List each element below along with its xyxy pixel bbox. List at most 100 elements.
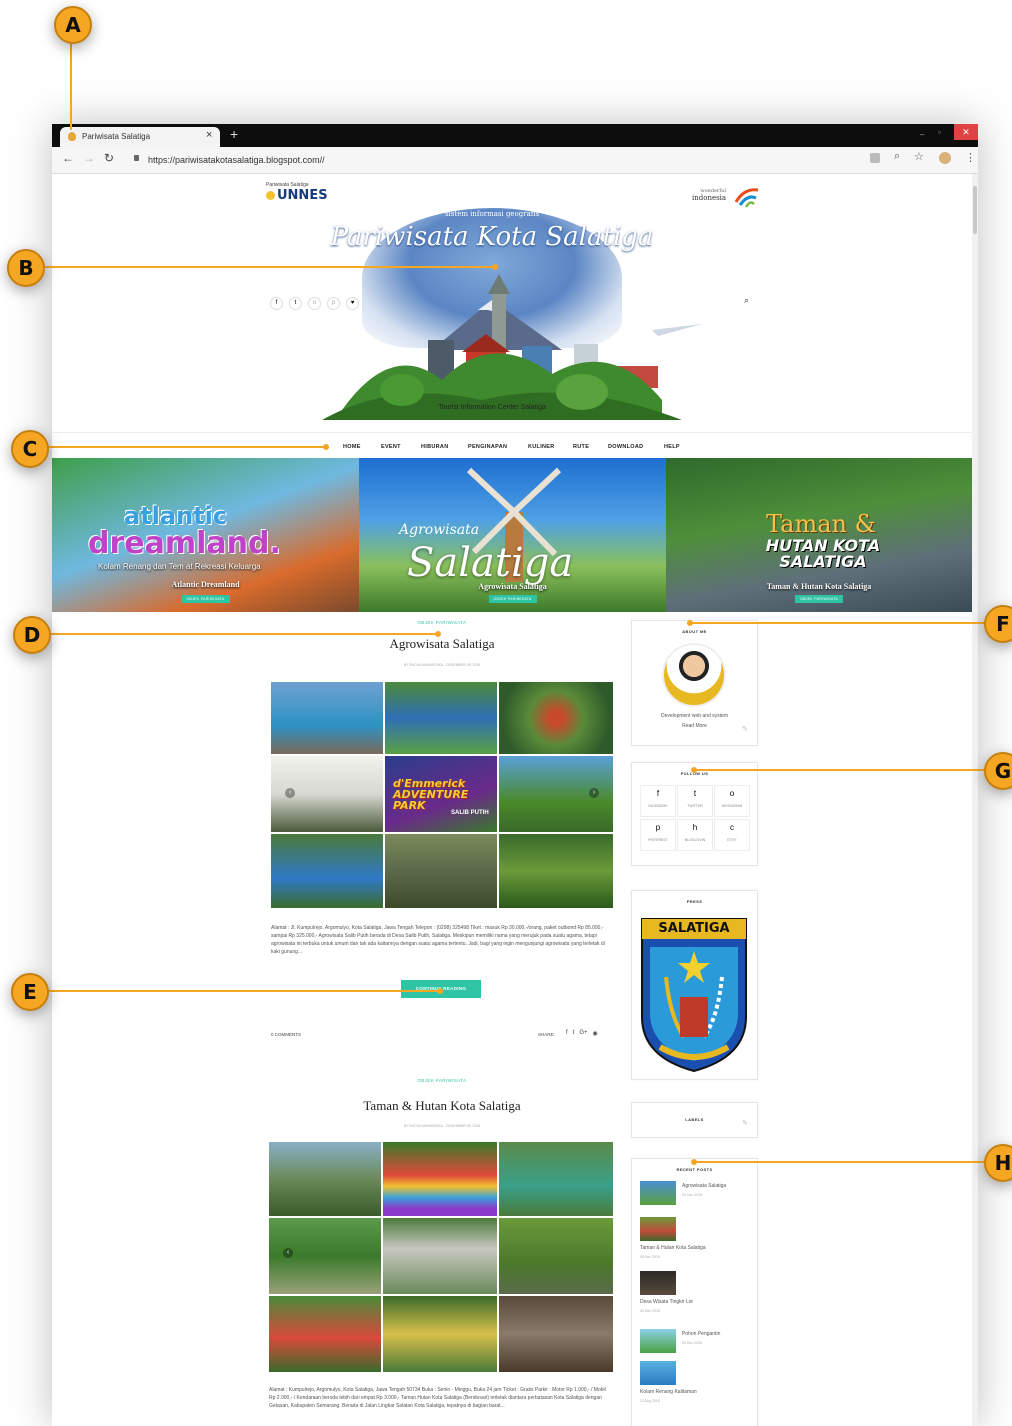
page-scrollbar[interactable] [972, 174, 978, 1426]
post-1-collage[interactable]: d'Emmerick ADVENTURE PARK SALIB PUTIH ‹ … [271, 682, 613, 908]
bookmark-star-icon[interactable]: ☆ [914, 150, 924, 163]
nav-home[interactable]: HOME [343, 444, 361, 450]
callout-a-line [70, 42, 72, 130]
zoom-icon[interactable]: ⌕ [894, 150, 900, 163]
recent-1-date: 05 Dec 2018 [682, 1193, 702, 1197]
bloglovin-icon[interactable]: ♥ [346, 297, 359, 310]
recent-3-date: 05 Dec 2018 [640, 1309, 660, 1313]
labels-widget: LABELS ✎ [631, 1102, 758, 1138]
follow-pinterest-icon: p [655, 823, 661, 832]
lock-icon [134, 155, 139, 161]
slide-1-tag[interactable]: OBJEK PARIWISATA [181, 595, 230, 603]
profile-avatar[interactable] [939, 152, 951, 164]
recent-2-thumb[interactable] [640, 1217, 676, 1241]
recent-3-title[interactable]: Desa Wisata Tingkir Lor [640, 1299, 693, 1305]
maximize-icon[interactable]: ▫ [938, 128, 941, 137]
author-avatar[interactable] [664, 645, 724, 705]
facebook-icon[interactable]: f [270, 297, 283, 310]
post-2-category[interactable]: OBJEK PARIWISATA [271, 1078, 613, 1083]
instagram-icon[interactable]: o [308, 297, 321, 310]
follow-instagram[interactable]: o INSTAGRAM [714, 785, 750, 817]
tab-close-icon[interactable]: × [206, 129, 212, 141]
nav-kuliner[interactable]: KULINER [528, 444, 555, 450]
nav-download[interactable]: DOWNLOAD [608, 444, 643, 450]
post-1-comments[interactable]: 0 COMMENTS [271, 1032, 301, 1037]
search-icon[interactable]: ⌕ [744, 295, 749, 306]
unnes-emblem-icon [266, 191, 275, 200]
nav-rute[interactable]: RUTE [573, 444, 589, 450]
post-1-category[interactable]: OBJEK PARIWISATA [271, 620, 613, 625]
web-page: Pariwisata Salatiga UNNES wonderful indo… [52, 174, 972, 1426]
callout-h-line [694, 1161, 986, 1163]
callout-c: C [11, 430, 49, 468]
follow-bloglovin[interactable]: h BLOGLOVIN [677, 819, 713, 851]
share-twitter-icon[interactable]: t [573, 1030, 575, 1037]
post-2-excerpt: Alamat : Kumpulrejo, Argomulyo, Kota Sal… [269, 1387, 606, 1409]
follow-facebook[interactable]: f FACEBOOK [640, 785, 676, 817]
collage-2-prev-icon[interactable]: ‹ [283, 1248, 293, 1258]
callout-e: E [11, 973, 49, 1011]
post-2-title[interactable]: Taman & Hutan Kota Salatiga [271, 1098, 613, 1114]
callout-g-dot [691, 767, 697, 773]
recent-1-title[interactable]: Agrowisata Salatiga [682, 1183, 726, 1189]
slide-3-tag[interactable]: OBJEK PARIWISATA [794, 595, 844, 603]
nav-help[interactable]: HELP [664, 444, 680, 450]
callout-a: A [54, 6, 92, 44]
forward-icon[interactable]: → [83, 151, 95, 165]
nav-divider [52, 432, 972, 433]
read-more-link[interactable]: Read More [632, 723, 757, 729]
slide-2-tag[interactable]: OBJEK PARIWISATA [488, 595, 537, 603]
scrollbar-thumb[interactable] [973, 186, 977, 234]
share-facebook-icon[interactable]: f [566, 1030, 568, 1037]
salatiga-emblem-icon[interactable] [640, 917, 748, 1073]
recent-2-title[interactable]: Taman & Hutan Kota Salatiga [640, 1245, 706, 1251]
nav-hiburan[interactable]: HIBURAN [421, 444, 448, 450]
menu-icon[interactable]: ⋮ [965, 151, 976, 164]
follow-pinterest[interactable]: p PINTEREST [640, 819, 676, 851]
browser-tab[interactable]: Pariwisata Salatiga × [60, 127, 220, 147]
new-tab-button[interactable]: + [230, 126, 238, 142]
collage-logo-text: d'Emmerick ADVENTURE PARK [393, 777, 469, 812]
tab-bar: Pariwisata Salatiga × + – ▫ ✕ [52, 124, 978, 147]
slide-agrowisata[interactable]: Agrowisata Salatiga Agrowisata Salatiga … [359, 458, 666, 612]
callout-f-line [690, 622, 986, 624]
share-google-icon[interactable]: G+ [579, 1030, 587, 1037]
recent-1-thumb[interactable] [640, 1181, 676, 1205]
close-window-icon[interactable]: ✕ [954, 124, 978, 140]
press-banner-text: SALATIGA [658, 921, 730, 936]
recent-3-thumb[interactable] [640, 1271, 676, 1295]
share-label: SHARE: [538, 1032, 555, 1037]
post-1-title[interactable]: Agrowisata Salatiga [271, 636, 613, 652]
recent-5-title[interactable]: Kolam Renang Kalitaman [640, 1389, 697, 1395]
recent-4-thumb[interactable] [640, 1329, 676, 1353]
post-1-excerpt: Alamat : Jl. Kumpulrejo, Argomulyo, Kota… [271, 925, 605, 955]
callout-b-line [42, 266, 494, 268]
follow-instagram-label: INSTAGRAM [721, 804, 743, 808]
callout-g: G [984, 752, 1012, 790]
callout-g-line [694, 769, 986, 771]
header-social-icons: f t o p ♥ [270, 297, 359, 310]
translate-icon[interactable] [870, 153, 880, 163]
edit-about-icon[interactable]: ✎ [742, 725, 748, 733]
pinterest-icon[interactable]: p [327, 297, 340, 310]
slide-2-art2: Salatiga [407, 540, 574, 586]
recent-5-thumb[interactable] [640, 1361, 676, 1385]
nav-penginapan[interactable]: PENGINAPAN [468, 444, 507, 450]
follow-etsy[interactable]: c ETSY [714, 819, 750, 851]
slide-taman-hutan-kota[interactable]: Taman & HUTAN KOTA SALATIGA Taman & Huta… [666, 458, 972, 612]
collage-prev-icon[interactable]: ‹ [285, 788, 295, 798]
post-2-collage[interactable]: ‹ [269, 1142, 613, 1372]
recent-4-title[interactable]: Pohon Pengantin [682, 1331, 720, 1337]
twitter-icon[interactable]: t [289, 297, 302, 310]
collage-next-icon[interactable]: › [589, 788, 599, 798]
back-icon[interactable]: ← [62, 151, 74, 165]
minimize-icon[interactable]: – [920, 130, 924, 139]
edit-labels-icon[interactable]: ✎ [742, 1119, 748, 1127]
reload-icon[interactable]: ↻ [104, 151, 114, 165]
url-input[interactable]: https://pariwisatakotasalatiga.blogspot.… [148, 151, 848, 169]
follow-twitter[interactable]: t TWITTER [677, 785, 713, 817]
share-pinterest-icon[interactable]: ◉ [593, 1030, 598, 1037]
slide-atlantic-dreamland[interactable]: atlantic dreamland. Kolam Renang dan Tem… [52, 458, 359, 612]
slide-2-art1: Agrowisata [399, 522, 480, 538]
nav-event[interactable]: EVENT [381, 444, 401, 450]
